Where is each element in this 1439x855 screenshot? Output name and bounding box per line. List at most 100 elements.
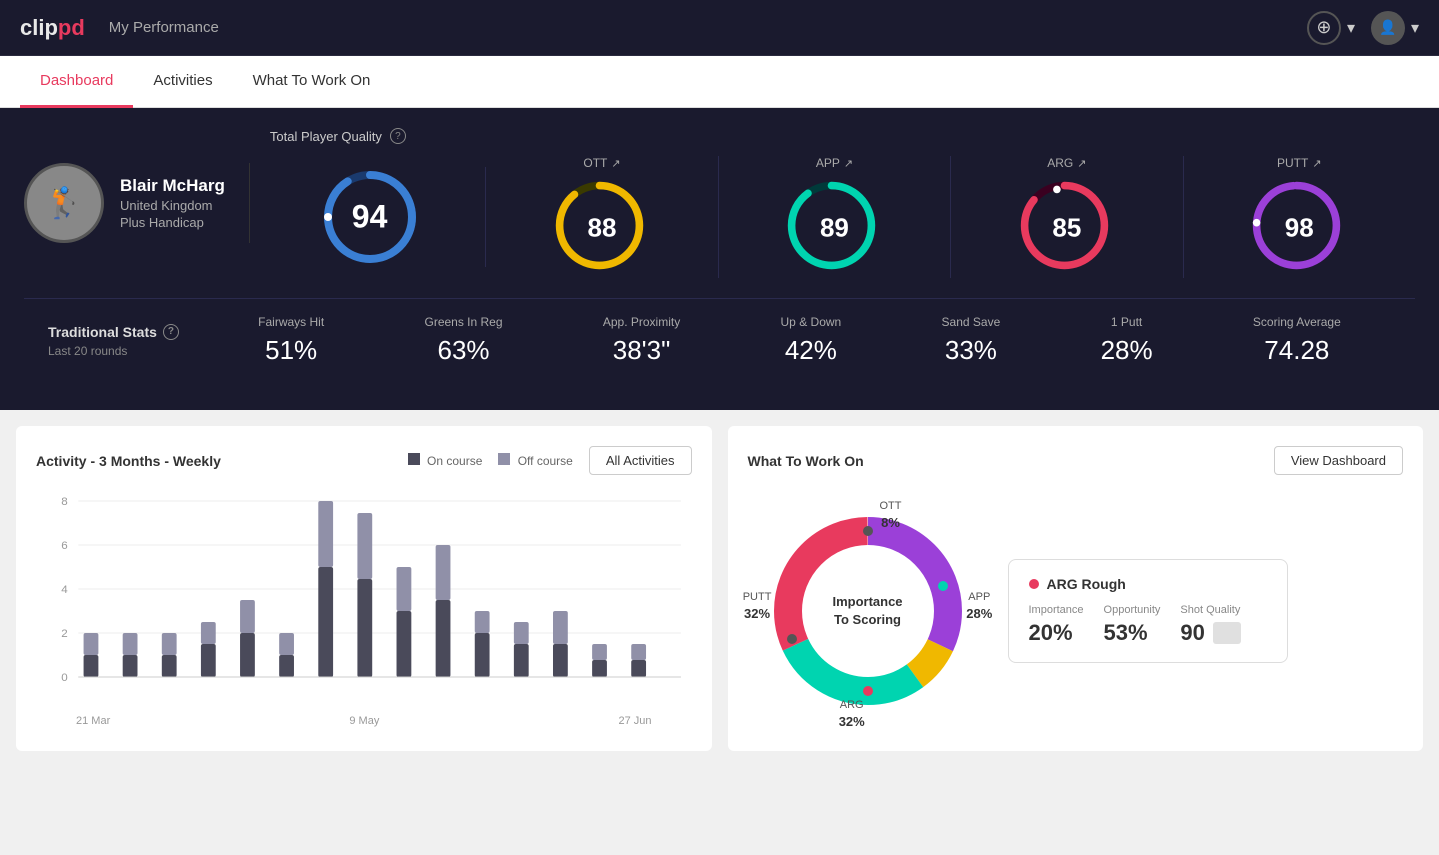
tab-dashboard[interactable]: Dashboard [20, 56, 133, 108]
legend-off-course: Off course [498, 453, 572, 468]
tab-activities[interactable]: Activities [133, 56, 232, 108]
gauge-ott-label: OTT ↗ [583, 156, 620, 170]
trad-stats-help-icon[interactable]: ? [163, 324, 179, 340]
shot-quality-label: Shot Quality [1180, 604, 1240, 616]
user-chevron: ▾ [1411, 18, 1419, 38]
avatar: 👤 [1371, 11, 1405, 45]
importance-label: Importance [1029, 604, 1084, 616]
chart-x-labels: 21 Mar 9 May 27 Jun [36, 711, 692, 727]
quality-label: Total Player Quality ? [270, 128, 1415, 144]
gauges: 94 OTT ↗ 88 [270, 156, 1415, 278]
gauge-total-value: 94 [352, 199, 388, 236]
activity-panel-title: Activity - 3 Months - Weekly [36, 453, 221, 469]
red-dot-icon [1029, 579, 1039, 589]
stat-scoring: Scoring Average 74.28 [1253, 315, 1341, 366]
gauge-ott-value: 88 [588, 213, 617, 244]
trad-stats-label: Traditional Stats ? Last 20 rounds [48, 324, 208, 358]
ott-arrow-icon: ↗ [611, 157, 620, 170]
wtwon-panel-header: What To Work On View Dashboard [748, 446, 1404, 475]
x-label-1: 21 Mar [76, 715, 110, 727]
info-metric-opportunity: Opportunity 53% [1104, 604, 1161, 646]
tab-what-to-work-on[interactable]: What To Work On [233, 56, 391, 108]
activity-panel-header: Activity - 3 Months - Weekly On course O… [36, 446, 692, 475]
donut-label-putt: PUTT 32% [743, 587, 772, 623]
hero-top: 🏌️ Blair McHarg United Kingdom Plus Hand… [24, 128, 1415, 278]
header-title: My Performance [109, 19, 1307, 36]
circle-arg: 85 [1017, 178, 1117, 278]
gauge-total: 94 [270, 167, 486, 267]
player-info: 🏌️ Blair McHarg United Kingdom Plus Hand… [24, 163, 250, 243]
stat-sandsave-label: Sand Save [942, 315, 1001, 329]
gauge-app-value: 89 [820, 213, 849, 244]
circle-ott: 88 [552, 178, 652, 278]
player-country: United Kingdom [120, 198, 225, 213]
stat-updown-label: Up & Down [781, 315, 842, 329]
stat-fairways-value: 51% [258, 335, 324, 366]
activity-chart-svg: 8 6 4 2 0 [36, 491, 692, 711]
legend-on-course: On course [408, 453, 483, 468]
x-label-2: 9 May [349, 715, 379, 727]
arg-arrow-icon: ↗ [1077, 157, 1086, 170]
stat-updown: Up & Down 42% [781, 315, 842, 366]
info-metric-shot-quality: Shot Quality 90 [1180, 604, 1240, 646]
quality-section: Total Player Quality ? 94 [270, 128, 1415, 278]
wtwon-panel-title: What To Work On [748, 453, 864, 469]
add-icon-button[interactable]: ⊕ [1307, 11, 1341, 45]
putt-arrow-icon: ↗ [1312, 157, 1321, 170]
svg-text:6: 6 [61, 540, 67, 552]
chart-legend: On course Off course [408, 453, 573, 468]
gauge-arg-value: 85 [1052, 213, 1081, 244]
gauge-arg-label: ARG ↗ [1047, 156, 1086, 170]
user-menu[interactable]: 👤 ▾ [1371, 11, 1419, 45]
view-dashboard-button[interactable]: View Dashboard [1274, 446, 1403, 475]
stat-sandsave: Sand Save 33% [942, 315, 1001, 366]
player-details: Blair McHarg United Kingdom Plus Handica… [120, 176, 225, 230]
app-arrow-icon: ↗ [844, 157, 853, 170]
hero-section: 🏌️ Blair McHarg United Kingdom Plus Hand… [0, 108, 1439, 410]
stat-proximity-value: 38'3" [603, 335, 680, 366]
stat-1putt-value: 28% [1101, 335, 1153, 366]
player-avatar: 🏌️ [24, 163, 104, 243]
x-label-3: 27 Jun [618, 715, 651, 727]
circle-putt: 98 [1249, 178, 1349, 278]
shot-quality-value: 90 [1180, 620, 1204, 646]
stat-scoring-label: Scoring Average [1253, 315, 1341, 329]
header-actions: ⊕ ▾ 👤 ▾ [1307, 11, 1419, 45]
stats-grid: Fairways Hit 51% Greens In Reg 63% App. … [208, 315, 1391, 366]
stat-proximity-label: App. Proximity [603, 315, 680, 329]
stat-fairways: Fairways Hit 51% [258, 315, 324, 366]
logo: clippd [20, 15, 85, 41]
info-card-title: ARG Rough [1029, 576, 1267, 592]
add-button[interactable]: ⊕ ▾ [1307, 11, 1355, 45]
quality-help-icon[interactable]: ? [390, 128, 406, 144]
logo-pd: pd [58, 15, 85, 40]
svg-text:2: 2 [61, 628, 67, 640]
trad-stats: Traditional Stats ? Last 20 rounds Fairw… [24, 298, 1415, 390]
header: clippd My Performance ⊕ ▾ 👤 ▾ [0, 0, 1439, 56]
all-activities-button[interactable]: All Activities [589, 446, 692, 475]
gauge-putt-value: 98 [1285, 213, 1314, 244]
stat-1putt: 1 Putt 28% [1101, 315, 1153, 366]
chart-area: 8 6 4 2 0 [36, 491, 692, 711]
shot-quality-color-box [1213, 622, 1241, 644]
info-metric-importance: Importance 20% [1029, 604, 1084, 646]
what-to-work-on-panel: What To Work On View Dashboard [728, 426, 1424, 751]
svg-text:0: 0 [61, 672, 67, 684]
logo-clip: clip [20, 15, 58, 40]
player-handicap: Plus Handicap [120, 215, 225, 230]
donut-label-app: APP 28% [966, 587, 992, 623]
activity-panel: Activity - 3 Months - Weekly On course O… [16, 426, 712, 751]
stat-gir-value: 63% [424, 335, 502, 366]
stat-sandsave-value: 33% [942, 335, 1001, 366]
bottom-panels: Activity - 3 Months - Weekly On course O… [0, 410, 1439, 767]
svg-text:8: 8 [61, 496, 67, 508]
add-chevron: ▾ [1347, 18, 1355, 38]
gauge-putt: PUTT ↗ 98 [1184, 156, 1415, 278]
circle-app: 89 [784, 178, 884, 278]
gauge-putt-label: PUTT ↗ [1277, 156, 1322, 170]
gauge-app-label: APP ↗ [816, 156, 853, 170]
donut-label-arg: ARG 32% [839, 695, 865, 731]
stat-updown-value: 42% [781, 335, 842, 366]
donut-center-text: ImportanceTo Scoring [832, 593, 902, 629]
importance-value: 20% [1029, 620, 1073, 646]
